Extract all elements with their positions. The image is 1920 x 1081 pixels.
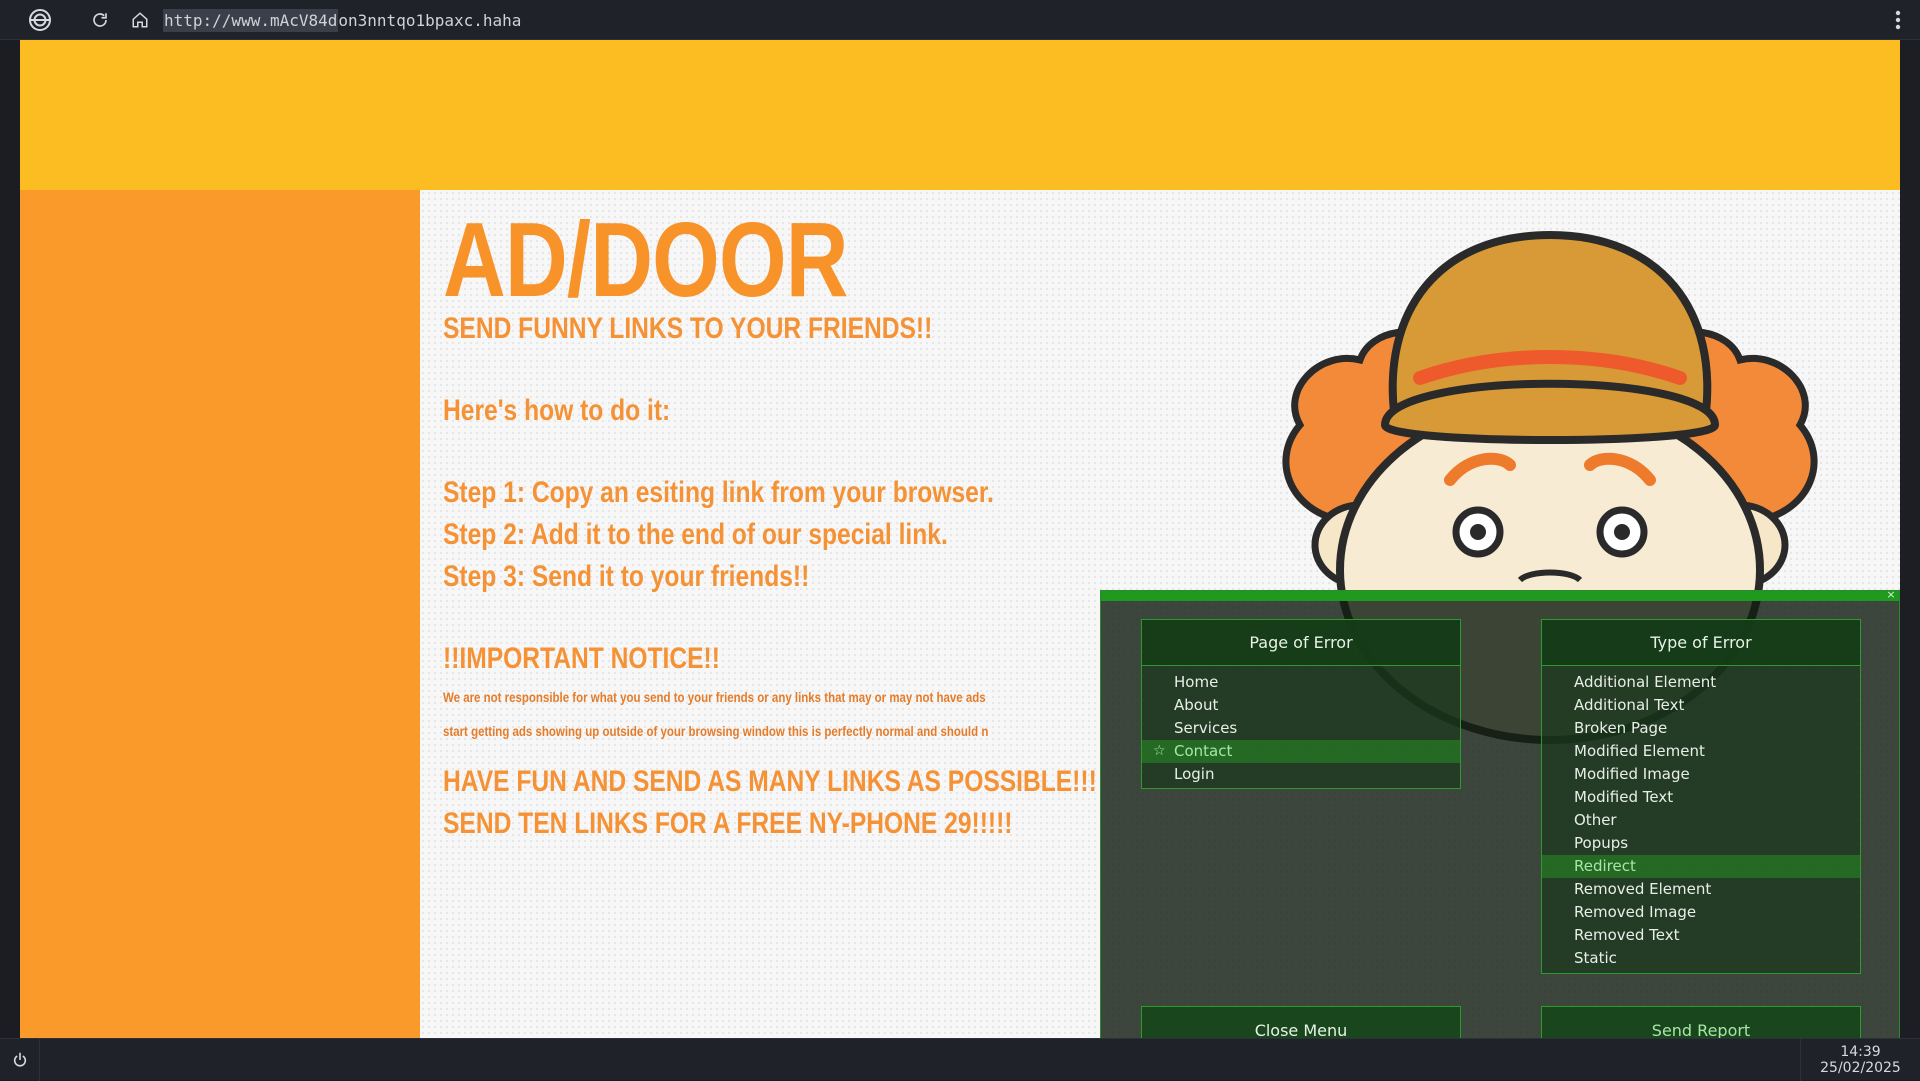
- promo-line-2: SEND TEN LINKS FOR A FREE NY-PHONE 29!!!…: [443, 807, 1013, 840]
- address-bar[interactable]: http://www.mAcV84d on3nntqo1bpaxc.haha: [163, 8, 1843, 32]
- type-option-popups[interactable]: Popups: [1542, 832, 1860, 855]
- send-report-button[interactable]: Send Report: [1541, 1006, 1861, 1038]
- step-3: Step 3: Send it to your friends!!: [443, 560, 810, 593]
- type-of-error-list: Additional Element Additional Text Broke…: [1542, 666, 1860, 970]
- type-of-error-panel: Type of Error Additional Element Additio…: [1541, 619, 1861, 974]
- notice-text-line-1: We are not responsible for what you send…: [443, 689, 986, 705]
- page-option-home[interactable]: Home: [1142, 671, 1460, 694]
- page-option-contact[interactable]: ☆ Contact: [1142, 740, 1460, 763]
- type-option-removed-text[interactable]: Removed Text: [1542, 924, 1860, 947]
- type-option-static[interactable]: Static: [1542, 947, 1860, 970]
- page-scrollbar[interactable]: [1900, 40, 1920, 1038]
- page-option-about[interactable]: About: [1142, 694, 1460, 717]
- reload-icon[interactable]: [84, 0, 116, 40]
- page-title: AD/DOOR: [443, 201, 849, 319]
- page-of-error-list: Home About Services ☆ Contact Login: [1142, 666, 1460, 786]
- web-page: AD/DOOR SEND FUNNY LINKS TO YOUR FRIENDS…: [20, 40, 1900, 1038]
- tagline: SEND FUNNY LINKS TO YOUR FRIENDS!!: [443, 312, 933, 345]
- taskbar: 14:39 25/02/2025: [0, 1038, 1920, 1081]
- kebab-menu-icon[interactable]: [1888, 0, 1908, 40]
- close-menu-button[interactable]: Close Menu: [1141, 1006, 1461, 1038]
- clock-time: 14:39: [1840, 1044, 1881, 1060]
- dialog-title-bar: [1101, 591, 1899, 601]
- step-1: Step 1: Copy an esiting link from your b…: [443, 476, 994, 509]
- type-option-modified-text[interactable]: Modified Text: [1542, 786, 1860, 809]
- page-option-login[interactable]: Login: [1142, 763, 1460, 786]
- url-selected-text[interactable]: http://www.mAcV84d: [163, 8, 339, 32]
- url-text[interactable]: on3nntqo1bpaxc.haha: [338, 9, 521, 32]
- type-option-redirect[interactable]: Redirect: [1542, 855, 1860, 878]
- home-icon[interactable]: [124, 0, 156, 40]
- browser-toolbar: http://www.mAcV84d on3nntqo1bpaxc.haha: [0, 0, 1920, 40]
- page-option-services[interactable]: Services: [1142, 717, 1460, 740]
- notice-text-line-2: start getting ads showing up outside of …: [443, 723, 989, 739]
- notice-heading: !!IMPORTANT NOTICE!!: [443, 642, 720, 675]
- power-icon[interactable]: [0, 1039, 40, 1081]
- type-option-additional-element[interactable]: Additional Element: [1542, 671, 1860, 694]
- page-sidebar: [20, 190, 420, 1038]
- system-clock[interactable]: 14:39 25/02/2025: [1800, 1039, 1920, 1081]
- type-option-additional-text[interactable]: Additional Text: [1542, 694, 1860, 717]
- close-icon[interactable]: ×: [1885, 589, 1897, 601]
- star-icon: ☆: [1153, 743, 1166, 759]
- type-option-broken-page[interactable]: Broken Page: [1542, 717, 1860, 740]
- promo-line-1: HAVE FUN AND SEND AS MANY LINKS AS POSSI…: [443, 765, 1097, 798]
- howto-heading: Here's how to do it:: [443, 394, 671, 427]
- type-of-error-header: Type of Error: [1542, 620, 1860, 666]
- type-option-removed-element[interactable]: Removed Element: [1542, 878, 1860, 901]
- page-banner: [20, 40, 1900, 190]
- step-2: Step 2: Add it to the end of our special…: [443, 518, 948, 551]
- browser-logo-icon[interactable]: [20, 0, 60, 40]
- error-report-dialog: × Page of Error Home About Services ☆ Con…: [1100, 589, 1900, 1038]
- type-option-removed-image[interactable]: Removed Image: [1542, 901, 1860, 924]
- page-of-error-panel: Page of Error Home About Services ☆ Conta…: [1141, 619, 1461, 789]
- page-of-error-header: Page of Error: [1142, 620, 1460, 666]
- type-option-modified-element[interactable]: Modified Element: [1542, 740, 1860, 763]
- clock-date: 25/02/2025: [1820, 1060, 1901, 1076]
- type-option-modified-image[interactable]: Modified Image: [1542, 763, 1860, 786]
- type-option-other[interactable]: Other: [1542, 809, 1860, 832]
